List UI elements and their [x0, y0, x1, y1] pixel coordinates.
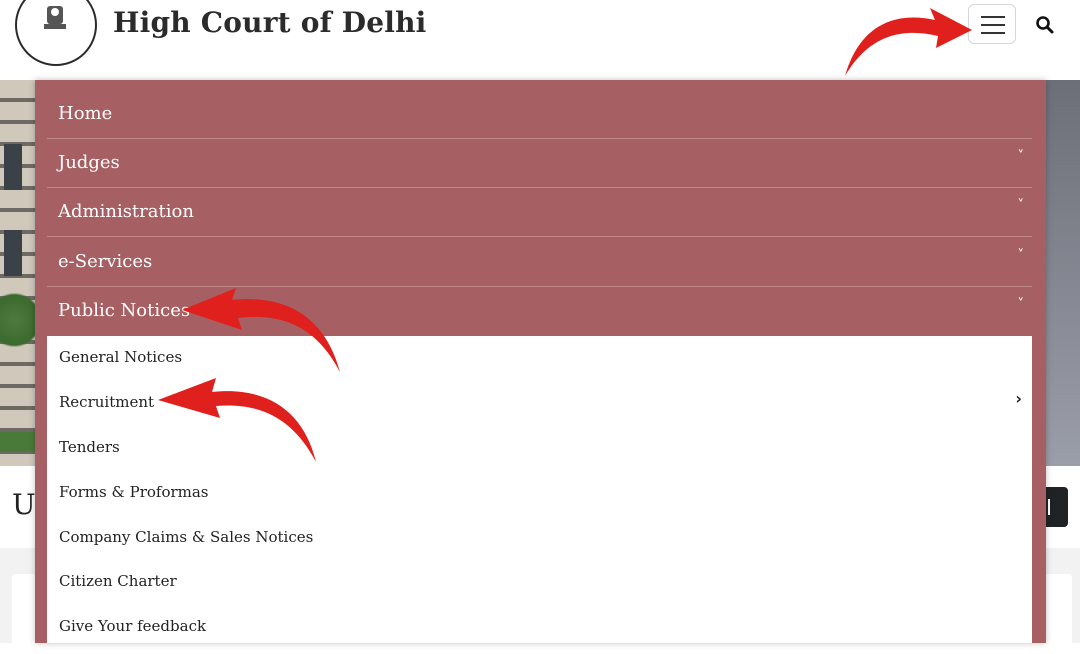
menu-item-label: Home [58, 103, 113, 124]
hamburger-icon [981, 16, 1005, 18]
public-notices-submenu: General Notices Recruitment › Tenders Fo… [47, 336, 1032, 643]
chevron-down-icon[interactable]: ˅ [1018, 149, 1025, 164]
menu-item-label: Judges [58, 152, 120, 173]
search-icon[interactable] [1032, 12, 1058, 38]
submenu-item-label: Give Your feedback [59, 617, 207, 635]
emblem-icon [44, 6, 66, 29]
menu-item-administration[interactable]: Administration ˅ [47, 188, 1032, 237]
menu-item-label: e-Services [58, 251, 153, 272]
submenu-item-label: Recruitment [59, 393, 155, 411]
hamburger-menu-button[interactable] [968, 4, 1016, 44]
section-heading: U [12, 488, 36, 521]
chevron-down-icon[interactable]: ˅ [1018, 198, 1025, 213]
site-header: High Court of Delhi [0, 0, 1080, 80]
submenu-item-company-claims[interactable]: Company Claims & Sales Notices [47, 516, 1032, 561]
submenu-item-give-feedback[interactable]: Give Your feedback [47, 605, 1032, 650]
nav-dropdown-menu: Home Judges ˅ Administration ˅ e-Service… [35, 80, 1046, 643]
menu-item-judges[interactable]: Judges ˅ [47, 139, 1032, 188]
submenu-item-citizen-charter[interactable]: Citizen Charter [47, 560, 1032, 605]
submenu-item-general-notices[interactable]: General Notices [47, 336, 1032, 381]
submenu-item-label: Citizen Charter [59, 572, 177, 590]
menu-item-label: Public Notices [58, 300, 191, 321]
chevron-down-icon[interactable]: ˅ [1018, 297, 1025, 312]
emblem-logo-icon[interactable] [15, 0, 97, 66]
submenu-item-label: Forms & Proformas [59, 483, 209, 501]
menu-item-label: Administration [58, 201, 194, 222]
submenu-item-forms-proformas[interactable]: Forms & Proformas [47, 471, 1032, 516]
menu-item-public-notices[interactable]: Public Notices ˅ [47, 287, 1032, 336]
submenu-item-tenders[interactable]: Tenders [47, 426, 1032, 471]
menu-item-e-services[interactable]: e-Services ˅ [47, 238, 1032, 287]
building-image [0, 80, 36, 466]
submenu-item-recruitment[interactable]: Recruitment › [47, 381, 1032, 426]
site-title[interactable]: High Court of Delhi [113, 6, 427, 39]
submenu-item-label: Tenders [59, 438, 120, 456]
menu-item-home[interactable]: Home [47, 90, 1032, 139]
submenu-item-label: General Notices [59, 348, 183, 366]
chevron-right-icon[interactable]: › [1015, 389, 1022, 408]
chevron-down-icon[interactable]: ˅ [1018, 248, 1025, 263]
submenu-item-label: Company Claims & Sales Notices [59, 528, 314, 546]
building-image-edge [1046, 80, 1080, 466]
